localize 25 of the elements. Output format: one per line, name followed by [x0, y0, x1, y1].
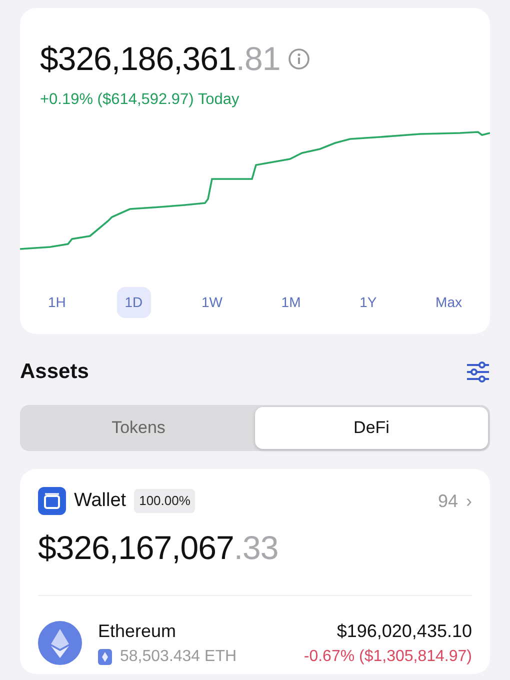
range-tab[interactable]: 1Y — [352, 286, 385, 318]
filter-icon[interactable] — [466, 360, 490, 382]
daily-change: +0.19% ($614,592.97) Today — [40, 90, 240, 110]
token-logo-icon — [38, 621, 82, 666]
section-title: Assets — [20, 358, 89, 385]
segment-tab[interactable]: DeFi — [255, 407, 488, 449]
range-tab[interactable]: 1M — [273, 286, 309, 318]
chevron-icon[interactable]: › — [466, 488, 472, 514]
range-tab[interactable]: Max — [428, 286, 470, 318]
token-amount: 58,503.434 ETH — [120, 646, 237, 667]
info-icon[interactable] — [288, 48, 310, 70]
token-value: $196,020,435.10 — [336, 620, 472, 643]
range-tab[interactable]: 1W — [193, 286, 230, 318]
share-badge: 100.00% — [134, 489, 196, 513]
token-change: -0.67% ($1,305,814.97) — [304, 646, 472, 667]
range-tab[interactable]: 1H — [40, 286, 74, 318]
item-count: 94 — [438, 490, 458, 512]
wallet-name: Wallet — [74, 488, 126, 513]
token-chain-icon — [98, 648, 112, 665]
range-tab[interactable]: 1D — [116, 286, 151, 318]
wallet-icon — [38, 487, 66, 515]
total-balance: $326,186,361.81 — [40, 39, 280, 79]
wallet-balance: $326,167,067.33 — [38, 528, 280, 568]
segment-tab[interactable]: Tokens — [22, 407, 255, 449]
token-name: Ethereum — [98, 620, 176, 643]
